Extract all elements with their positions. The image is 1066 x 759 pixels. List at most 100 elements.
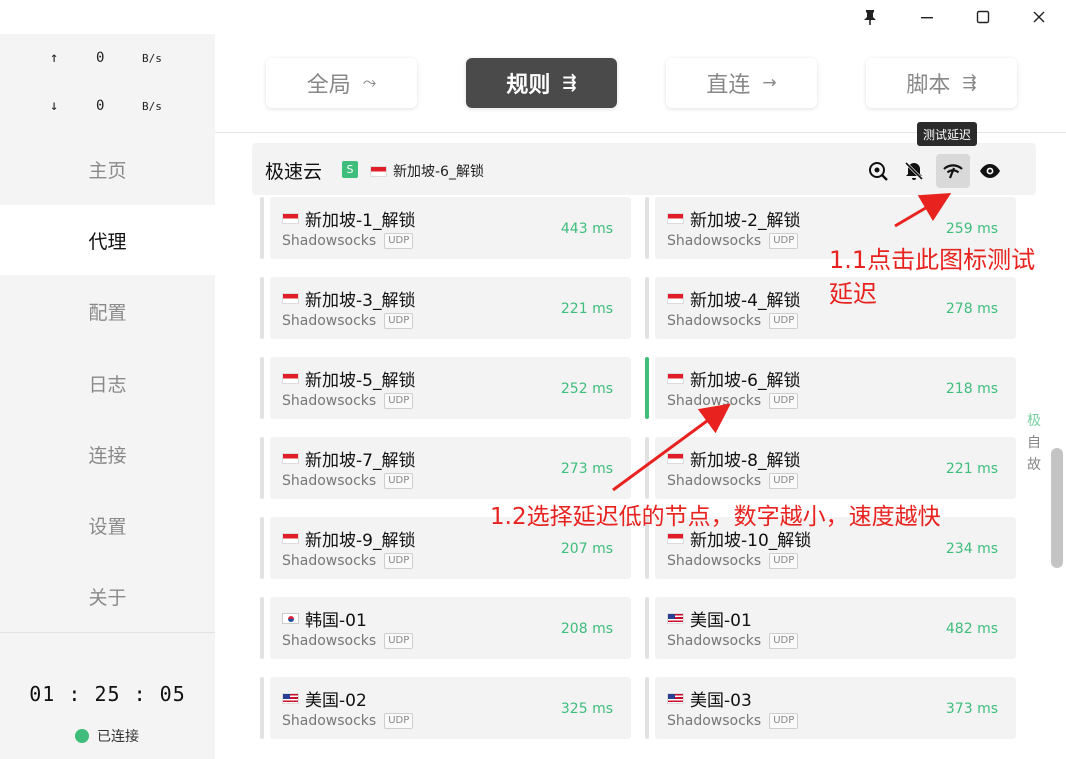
proxy-name: 新加坡-5_解锁 bbox=[282, 366, 415, 391]
proxy-card[interactable]: 美国-03 Shadowsocks UDP 373 ms bbox=[645, 677, 1016, 739]
proxy-delay[interactable]: 325 ms bbox=[561, 701, 613, 717]
proxy-name: 新加坡-3_解锁 bbox=[282, 286, 415, 311]
mode-label: 全局 bbox=[306, 73, 351, 98]
eye-icon[interactable] bbox=[973, 154, 1007, 188]
proxy-name-label: 新加坡-3_解锁 bbox=[305, 291, 416, 311]
hide-unavailable-icon[interactable] bbox=[897, 154, 931, 188]
proxy-card[interactable]: 韩国-01 Shadowsocks UDP 208 ms bbox=[260, 597, 631, 659]
sidebar-item-settings[interactable]: 设置 bbox=[0, 490, 215, 560]
proxy-name: 新加坡-4_解锁 bbox=[667, 286, 800, 311]
proxy-type-label: Shadowsocks bbox=[667, 553, 762, 569]
proxy-selection-bar bbox=[645, 197, 649, 259]
proxy-type-label: Shadowsocks bbox=[667, 473, 762, 489]
proxy-type-label: Shadowsocks bbox=[667, 633, 762, 649]
proxy-delay[interactable]: 207 ms bbox=[561, 541, 613, 557]
proxy-delay[interactable]: 221 ms bbox=[561, 301, 613, 317]
proxy-delay[interactable]: 259 ms bbox=[946, 221, 998, 237]
singapore-flag-icon bbox=[282, 453, 299, 464]
udp-badge: UDP bbox=[384, 713, 414, 729]
sidebar-item-about[interactable]: 关于 bbox=[0, 561, 215, 631]
pin-icon[interactable] bbox=[855, 6, 885, 28]
singapore-flag-icon bbox=[667, 373, 684, 384]
proxy-delay[interactable]: 482 ms bbox=[946, 621, 998, 637]
proxy-delay[interactable]: 208 ms bbox=[561, 621, 613, 637]
proxy-selection-bar bbox=[645, 357, 649, 419]
proxy-selection-bar bbox=[260, 277, 264, 339]
singapore-flag-icon bbox=[282, 213, 299, 224]
proxy-delay[interactable]: 221 ms bbox=[946, 461, 998, 477]
proxy-name-label: 新加坡-4_解锁 bbox=[690, 291, 801, 311]
proxy-name: 美国-02 bbox=[282, 686, 367, 711]
download-unit: B/s bbox=[142, 100, 162, 113]
group-side-letters: 极 自 故 bbox=[1025, 410, 1043, 476]
proxy-card[interactable]: 美国-01 Shadowsocks UDP 482 ms bbox=[645, 597, 1016, 659]
proxy-card[interactable]: 新加坡-3_解锁 Shadowsocks UDP 221 ms bbox=[260, 277, 631, 339]
proxy-name: 新加坡-2_解锁 bbox=[667, 206, 800, 231]
group-selected-label: 新加坡-6_解锁 bbox=[393, 164, 484, 180]
download-speed: ↓ 0 B/s bbox=[50, 98, 180, 118]
mode-label: 脚本 bbox=[906, 73, 951, 98]
sidebar-item-home[interactable]: 主页 bbox=[0, 134, 215, 204]
mode-rule-button[interactable]: 规则 ⇶ bbox=[466, 58, 617, 108]
mode-direct-button[interactable]: 直连 → bbox=[666, 58, 817, 108]
group-selected-proxy: 新加坡-6_解锁 bbox=[370, 161, 484, 181]
proxy-name-label: 新加坡-7_解锁 bbox=[305, 451, 416, 471]
minimize-icon[interactable] bbox=[912, 6, 942, 28]
maximize-icon[interactable] bbox=[968, 6, 998, 28]
proxy-delay[interactable]: 252 ms bbox=[561, 381, 613, 397]
proxy-card[interactable]: 新加坡-8_解锁 Shadowsocks UDP 221 ms bbox=[645, 437, 1016, 499]
proxy-name: 新加坡-7_解锁 bbox=[282, 446, 415, 471]
sidebar-item-logs[interactable]: 日志 bbox=[0, 348, 215, 418]
proxy-type-label: Shadowsocks bbox=[282, 553, 377, 569]
proxy-name: 美国-03 bbox=[667, 686, 752, 711]
proxy-group-header[interactable]: 极速云 S 新加坡-6_解锁 bbox=[252, 143, 1036, 195]
proxy-delay[interactable]: 278 ms bbox=[946, 301, 998, 317]
proxy-type: Shadowsocks UDP bbox=[667, 233, 799, 249]
sidebar-item-label: 代理 bbox=[88, 230, 127, 253]
mode-global-button[interactable]: 全局 ⤳ bbox=[266, 58, 417, 108]
proxy-delay[interactable]: 218 ms bbox=[946, 381, 998, 397]
proxy-card[interactable]: 美国-02 Shadowsocks UDP 325 ms bbox=[260, 677, 631, 739]
proxy-selection-bar bbox=[645, 677, 649, 739]
proxy-selection-bar bbox=[260, 357, 264, 419]
mode-script-button[interactable]: 脚本 ⇶ bbox=[866, 58, 1017, 108]
side-letter: 自 bbox=[1027, 435, 1041, 451]
test-latency-icon[interactable] bbox=[936, 154, 970, 188]
proxy-card[interactable]: 新加坡-7_解锁 Shadowsocks UDP 273 ms bbox=[260, 437, 631, 499]
proxy-delay[interactable]: 373 ms bbox=[946, 701, 998, 717]
udp-badge: UDP bbox=[384, 233, 414, 249]
proxy-name-label: 新加坡-1_解锁 bbox=[305, 211, 416, 231]
proxy-card[interactable]: 新加坡-6_解锁 Shadowsocks UDP 218 ms bbox=[645, 357, 1016, 419]
usa-flag-icon bbox=[667, 693, 684, 704]
sidebar-item-profiles[interactable]: 配置 bbox=[0, 276, 215, 346]
proxy-type-label: Shadowsocks bbox=[282, 473, 377, 489]
proxy-type: Shadowsocks UDP bbox=[282, 313, 414, 329]
proxy-name-label: 新加坡-6_解锁 bbox=[690, 371, 801, 391]
proxy-delay[interactable]: 234 ms bbox=[946, 541, 998, 557]
proxy-card[interactable]: 新加坡-5_解锁 Shadowsocks UDP 252 ms bbox=[260, 357, 631, 419]
proxy-card[interactable]: 新加坡-1_解锁 Shadowsocks UDP 443 ms bbox=[260, 197, 631, 259]
proxy-type-label: Shadowsocks bbox=[282, 393, 377, 409]
proxy-type-label: Shadowsocks bbox=[282, 313, 377, 329]
locate-search-icon[interactable] bbox=[861, 154, 895, 188]
proxy-name-label: 新加坡-9_解锁 bbox=[305, 531, 416, 551]
sidebar-item-connections[interactable]: 连接 bbox=[0, 419, 215, 489]
status-dot-icon bbox=[75, 729, 89, 743]
proxy-list-scrollbar[interactable] bbox=[1051, 448, 1063, 568]
proxy-delay[interactable]: 443 ms bbox=[561, 221, 613, 237]
proxy-selection-bar bbox=[645, 437, 649, 499]
mode-label: 直连 bbox=[706, 73, 751, 98]
sidebar-item-proxies[interactable]: 代理 bbox=[0, 205, 215, 275]
proxy-type: Shadowsocks UDP bbox=[282, 473, 414, 489]
usa-flag-icon bbox=[282, 693, 299, 704]
udp-badge: UDP bbox=[769, 473, 799, 489]
proxy-delay[interactable]: 273 ms bbox=[561, 461, 613, 477]
script-mode-icon: ⇶ bbox=[962, 73, 977, 93]
annotation-note-1-line-1: 1.1点击此图标测试 bbox=[829, 246, 1036, 274]
sidebar-item-label: 设置 bbox=[88, 515, 127, 538]
proxy-type: Shadowsocks UDP bbox=[667, 393, 799, 409]
download-arrow-icon: ↓ bbox=[50, 98, 59, 114]
close-icon[interactable] bbox=[1024, 6, 1054, 28]
clash-window: ↑ 0 B/s ↓ 0 B/s 主页 代理 配置 日志 连接 设置 关于 01 … bbox=[0, 0, 1066, 759]
connection-status: 已连接 bbox=[75, 726, 139, 746]
